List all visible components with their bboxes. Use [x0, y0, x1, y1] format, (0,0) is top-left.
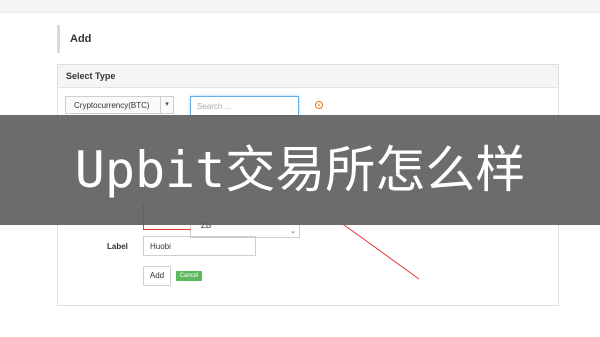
- label-input-value: Huobi: [150, 242, 171, 251]
- label-input[interactable]: Huobi: [143, 236, 256, 256]
- banner-text: Upbit交易所怎么样: [74, 141, 526, 199]
- cancel-button[interactable]: Cancel: [176, 271, 202, 281]
- add-button[interactable]: Add: [143, 266, 171, 286]
- label-text: Label: [107, 242, 128, 251]
- overlay-banner: Upbit交易所怎么样: [0, 115, 600, 225]
